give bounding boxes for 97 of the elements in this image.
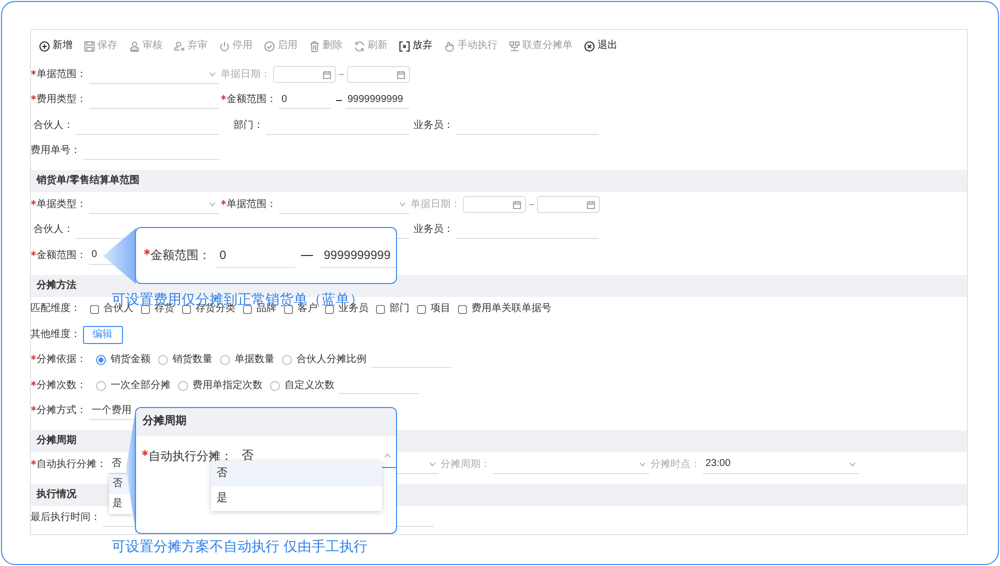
checkbox-label: 项目 [430, 303, 450, 316]
field-label: 分摊依据： [36, 354, 86, 366]
field-label: 自动执行分摊： [36, 458, 106, 471]
stamp-icon [128, 40, 140, 52]
field-label: 业务员： [414, 120, 454, 132]
cancel-icon [398, 40, 410, 52]
dropdown-option[interactable]: 是 [210, 486, 382, 511]
field-value: 否 [242, 448, 254, 463]
field-label: 匹配维度： [30, 303, 80, 316]
callout-pointer [102, 228, 136, 284]
radio-label: 费用单指定次数 [192, 380, 262, 392]
chevron-icon [384, 453, 390, 458]
refresh-icon [354, 40, 364, 52]
field-label: 费用单号： [30, 145, 80, 158]
callout-title: 分摊周期 [142, 415, 186, 429]
power-icon [218, 40, 230, 52]
radio-button[interactable] [96, 355, 106, 366]
field-label: 金额范围： [150, 248, 210, 263]
radio-label: 销货金额 [110, 354, 150, 366]
chevron-icon [428, 462, 436, 467]
chevron-icon [208, 72, 216, 77]
hand-icon [444, 40, 454, 52]
checkbox[interactable] [324, 304, 334, 314]
section-title: 分摊周期 [36, 435, 76, 447]
radio-button[interactable] [220, 355, 230, 366]
radio-button[interactable] [270, 380, 280, 391]
input-field[interactable]: 0 [214, 244, 295, 268]
section-title: 分摊方法 [36, 280, 76, 292]
save-icon [84, 40, 94, 52]
toolbar-button[interactable]: 退出 [584, 40, 618, 52]
checkbox[interactable] [416, 304, 426, 314]
field-label: 自动执行分摊： [148, 448, 232, 464]
field-label: 合伙人： [34, 224, 74, 236]
radio-button[interactable] [178, 380, 188, 391]
section-title: 销货单/零售结算单范围 [36, 175, 140, 187]
input-field[interactable]: 9999999999 [318, 244, 396, 268]
radio-label: 合伙人分摊比例 [296, 354, 366, 366]
radio-button[interactable] [96, 380, 106, 391]
field-label: 业务员： [414, 224, 454, 236]
field-label: 单据日期： [220, 68, 270, 81]
trash-icon [308, 40, 320, 52]
callout-caption: 可设置分摊方案不自动执行 仅由手工执行 [112, 539, 368, 553]
field-label: 单据范围： [226, 198, 276, 211]
radio-label: 单据数量 [234, 354, 274, 366]
field-label: 金额范围： [226, 94, 276, 106]
chevron-icon [848, 462, 856, 467]
field-label: 金额范围： [36, 250, 86, 262]
checkbox-label: 费用单关联单据号 [472, 303, 552, 316]
section-title: 执行情况 [36, 488, 76, 500]
calendar-icon [322, 70, 331, 79]
date-field[interactable] [537, 196, 600, 214]
toolbar-button[interactable]: 新增 [38, 40, 72, 52]
check-circle-icon [264, 40, 274, 52]
field-label: 单据日期： [410, 198, 460, 211]
date-field[interactable] [347, 66, 410, 84]
stamp-icon [174, 40, 184, 52]
input-field[interactable]: 0 [278, 91, 330, 110]
checkbox[interactable] [90, 304, 98, 314]
field-label: 单据范围： [36, 68, 86, 81]
dropdown-option[interactable]: 是 [108, 494, 132, 514]
field-label: 最后执行时间： [30, 512, 100, 524]
dropdown-option[interactable]: 否 [210, 461, 382, 486]
field-label: 分摊次数： [36, 380, 86, 392]
checkbox[interactable] [376, 304, 384, 314]
field-label: 分摊时点： [650, 458, 700, 471]
toolbar-button[interactable]: 放弃 [398, 40, 432, 52]
checkbox[interactable] [140, 304, 150, 314]
close-icon [584, 40, 594, 52]
radio-label: 一次全部分摊 [110, 380, 170, 392]
field-label: 分摊周期： [440, 458, 490, 471]
radio-button[interactable] [158, 355, 168, 366]
field-value: 一个费用 [92, 404, 132, 417]
chevron-icon [638, 462, 646, 467]
field-label: 其他维度： [30, 328, 80, 341]
field-label: 部门： [234, 120, 264, 132]
field-label: 合伙人： [34, 120, 74, 132]
field-label: 单据类型： [36, 198, 86, 211]
chevron-icon [208, 202, 216, 207]
field-value: 23:00 [706, 458, 731, 470]
checkbox[interactable] [284, 304, 292, 314]
checkbox[interactable] [242, 304, 252, 314]
add-icon [38, 40, 50, 52]
radio-label: 销货数量 [172, 354, 212, 366]
checkbox[interactable] [182, 304, 190, 314]
calendar-icon [397, 70, 406, 79]
input-field[interactable]: 9999999999 [344, 91, 408, 110]
radio-label: 自定义次数 [284, 380, 334, 392]
field-label: 分摊方式： [36, 405, 86, 418]
field-value: 否 [112, 458, 122, 470]
network-icon [508, 40, 520, 52]
chevron-icon [398, 202, 406, 207]
checkbox[interactable] [458, 304, 466, 314]
radio-button[interactable] [282, 355, 292, 366]
calendar-icon [512, 200, 521, 209]
calendar-icon [587, 200, 596, 209]
field-label: 费用类型： [36, 94, 86, 106]
checkbox-label: 部门 [390, 303, 410, 316]
